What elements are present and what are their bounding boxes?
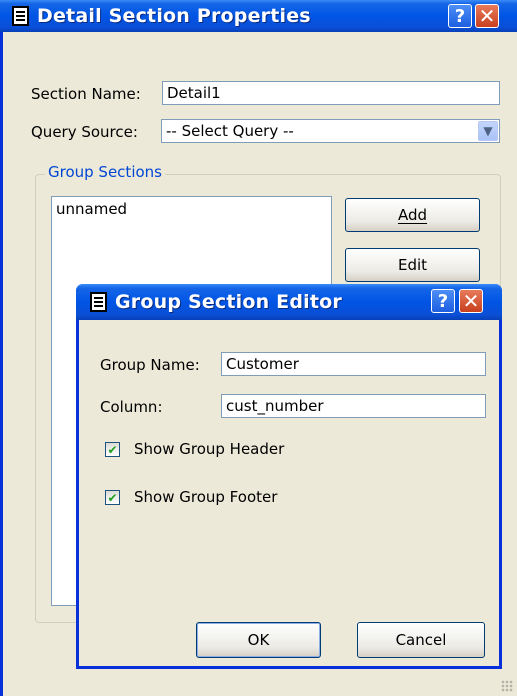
document-icon [12,6,29,26]
help-button[interactable]: ? [448,4,472,28]
help-icon: ? [437,290,449,312]
detail-window-titlebar[interactable]: Detail Section Properties ? ✕ [0,0,517,32]
list-item[interactable]: unnamed [52,197,331,221]
show-group-footer-checkbox[interactable]: ✔ [105,490,120,505]
chevron-down-icon[interactable]: ▼ [478,121,498,141]
resize-grip-icon[interactable] [501,680,513,692]
group-name-field[interactable]: Customer [221,352,486,376]
section-name-label: Section Name: [31,85,141,103]
ok-button-label: OK [247,631,270,649]
group-editor-title: Group Section Editor [115,291,342,313]
group-name-label: Group Name: [100,356,200,374]
checkmark-icon: ✔ [107,442,118,457]
show-group-header-checkbox[interactable]: ✔ [105,442,120,457]
query-source-label: Query Source: [31,123,138,141]
add-button[interactable]: Add [345,198,480,232]
cancel-button[interactable]: Cancel [357,622,485,658]
edit-button-label: Edit [397,256,428,274]
column-label: Column: [100,398,163,416]
group-sections-legend: Group Sections [45,163,165,181]
document-icon [90,292,107,312]
edit-button[interactable]: Edit [345,248,480,282]
show-group-header-label[interactable]: Show Group Header [134,440,284,458]
ok-button[interactable]: OK [196,622,321,658]
cancel-button-label: Cancel [395,631,447,649]
group-section-editor-dialog: Group Section Editor ? ✕ Group Name: Cus… [76,284,502,669]
show-group-footer-label[interactable]: Show Group Footer [134,488,277,506]
help-icon: ? [454,5,466,27]
query-source-value: -- Select Query -- [166,122,294,140]
detail-window-title: Detail Section Properties [37,5,311,27]
close-icon: ✕ [478,4,496,28]
help-button[interactable]: ? [431,289,455,313]
group-editor-body: Group Name: Customer Column: cust_number… [79,320,499,666]
close-button[interactable]: ✕ [475,4,499,28]
close-button[interactable]: ✕ [459,289,483,313]
checkmark-icon: ✔ [107,490,118,505]
query-source-select[interactable]: -- Select Query -- ▼ [161,119,500,143]
column-field[interactable]: cust_number [221,394,486,418]
section-name-field[interactable]: Detail1 [162,81,500,105]
close-icon: ✕ [462,289,480,313]
detail-window-frame-left [0,32,12,696]
add-button-label: Add [397,206,428,224]
group-editor-titlebar[interactable]: Group Section Editor ? ✕ [76,284,502,320]
